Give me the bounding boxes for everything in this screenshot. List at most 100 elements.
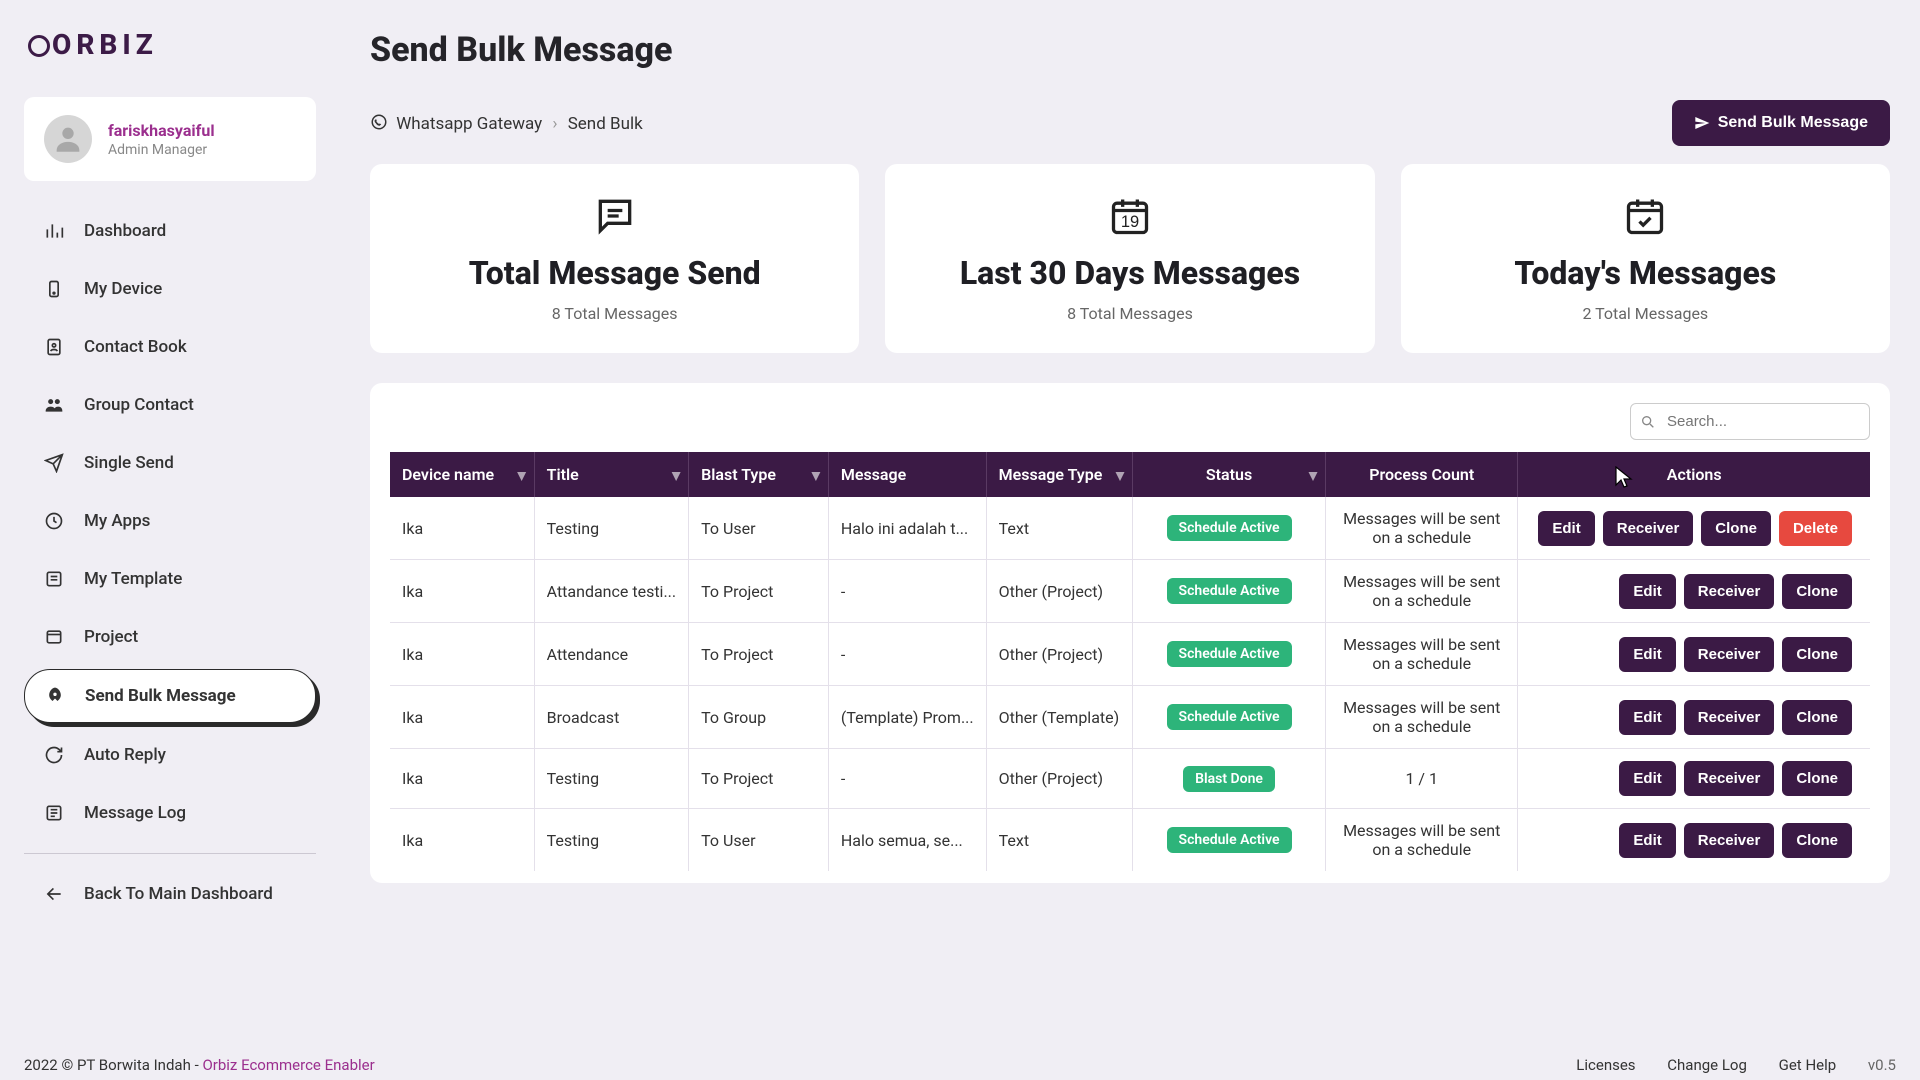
footer-changelog[interactable]: Change Log	[1667, 1056, 1747, 1074]
footer: 2022 © PT Borwita Indah - Orbiz Ecommerc…	[24, 1056, 1896, 1074]
footer-brand-link[interactable]: Orbiz Ecommerce Enabler	[202, 1056, 374, 1074]
footer-help[interactable]: Get Help	[1779, 1056, 1837, 1074]
nav-item-device[interactable]: My Device	[24, 263, 316, 315]
user-card[interactable]: fariskhasyaiful Admin Manager	[24, 97, 316, 181]
search-input[interactable]	[1630, 403, 1870, 440]
col-title[interactable]: Title▾	[534, 452, 688, 497]
receiver-button[interactable]: Receiver	[1684, 761, 1775, 796]
clone-button[interactable]: Clone	[1782, 574, 1852, 609]
receiver-button[interactable]: Receiver	[1684, 823, 1775, 858]
footer-licenses[interactable]: Licenses	[1576, 1056, 1635, 1074]
receiver-button[interactable]: Receiver	[1603, 511, 1694, 546]
send-icon	[42, 451, 66, 475]
nav-item-single[interactable]: Single Send	[24, 437, 316, 489]
project-icon	[42, 625, 66, 649]
message-icon	[591, 192, 639, 240]
edit-button[interactable]: Edit	[1619, 761, 1675, 796]
nav-item-template[interactable]: My Template	[24, 553, 316, 605]
nav-item-group[interactable]: Group Contact	[24, 379, 316, 431]
delete-button[interactable]: Delete	[1779, 511, 1852, 546]
receiver-button[interactable]: Receiver	[1684, 574, 1775, 609]
send-icon	[1694, 115, 1710, 131]
edit-button[interactable]: Edit	[1619, 637, 1675, 672]
col-process[interactable]: Process Count	[1326, 452, 1518, 497]
contact-book-icon	[42, 335, 66, 359]
stat-card-last30: 19 Last 30 Days Messages 8 Total Message…	[885, 164, 1374, 353]
col-device[interactable]: Device name▾	[390, 452, 534, 497]
clone-button[interactable]: Clone	[1782, 823, 1852, 858]
bulk-table: Device name▾ Title▾ Blast Type▾ Message …	[390, 452, 1870, 871]
page-title: Send Bulk Message	[370, 30, 1890, 70]
filter-icon: ▾	[518, 465, 526, 484]
rocket-icon	[43, 684, 67, 708]
brand-logo: ORBIZ	[28, 28, 316, 61]
sidebar: ORBIZ fariskhasyaiful Admin Manager Dash…	[0, 0, 340, 1080]
table-row: IkaAttendanceTo Project-Other (Project)S…	[390, 623, 1870, 686]
calendar-icon: 19	[1106, 192, 1154, 240]
main-content: Send Bulk Message Whatsapp Gateway › Sen…	[340, 0, 1920, 1080]
stat-card-total: Total Message Send 8 Total Messages	[370, 164, 859, 353]
table-row: IkaTestingTo UserHalo ini adalah t...Tex…	[390, 497, 1870, 560]
table-row: IkaBroadcastTo Group(Template) Prom...Ot…	[390, 686, 1870, 749]
log-icon	[42, 801, 66, 825]
device-icon	[42, 277, 66, 301]
table-panel: Device name▾ Title▾ Blast Type▾ Message …	[370, 383, 1890, 883]
nav-item-project[interactable]: Project	[24, 611, 316, 663]
template-icon	[42, 567, 66, 591]
col-message[interactable]: Message	[828, 452, 986, 497]
col-mtype[interactable]: Message Type▾	[986, 452, 1132, 497]
whatsapp-icon	[370, 113, 388, 131]
table-row: IkaAttandance testi...To Project-Other (…	[390, 560, 1870, 623]
user-name: fariskhasyaiful	[108, 121, 215, 140]
filter-icon: ▾	[812, 465, 820, 484]
edit-button[interactable]: Edit	[1538, 511, 1594, 546]
stat-card-today: Today's Messages 2 Total Messages	[1401, 164, 1890, 353]
svg-text:19: 19	[1121, 213, 1139, 231]
bar-chart-icon	[42, 219, 66, 243]
col-actions: Actions	[1518, 452, 1870, 497]
edit-button[interactable]: Edit	[1619, 700, 1675, 735]
search-icon	[1640, 414, 1656, 430]
edit-button[interactable]: Edit	[1619, 574, 1675, 609]
clone-button[interactable]: Clone	[1782, 637, 1852, 672]
clone-button[interactable]: Clone	[1782, 700, 1852, 735]
table-row: IkaTestingTo UserHalo semua, se...TextSc…	[390, 809, 1870, 872]
apps-icon	[42, 509, 66, 533]
status-badge: Schedule Active	[1167, 641, 1292, 667]
breadcrumb: Whatsapp Gateway › Send Bulk	[370, 113, 643, 134]
group-icon	[42, 393, 66, 417]
nav-item-dashboard[interactable]: Dashboard	[24, 205, 316, 257]
nav-item-back[interactable]: Back To Main Dashboard	[24, 868, 316, 920]
table-row: IkaTestingTo Project-Other (Project)Blas…	[390, 749, 1870, 809]
col-blast[interactable]: Blast Type▾	[689, 452, 829, 497]
nav-item-bulk[interactable]: Send Bulk Message	[24, 669, 316, 723]
status-badge: Schedule Active	[1167, 827, 1292, 853]
col-status[interactable]: Status▾	[1133, 452, 1326, 497]
user-role: Admin Manager	[108, 142, 215, 158]
back-icon	[42, 882, 66, 906]
nav-item-apps[interactable]: My Apps	[24, 495, 316, 547]
status-badge: Blast Done	[1183, 766, 1275, 792]
receiver-button[interactable]: Receiver	[1684, 700, 1775, 735]
breadcrumb-leaf: Send Bulk	[568, 114, 643, 134]
filter-icon: ▾	[672, 465, 680, 484]
nav-item-auto[interactable]: Auto Reply	[24, 729, 316, 781]
clone-button[interactable]: Clone	[1701, 511, 1771, 546]
clone-button[interactable]: Clone	[1782, 761, 1852, 796]
filter-icon: ▾	[1116, 465, 1124, 484]
status-badge: Schedule Active	[1167, 515, 1292, 541]
filter-icon: ▾	[1309, 465, 1317, 484]
receiver-button[interactable]: Receiver	[1684, 637, 1775, 672]
send-bulk-button[interactable]: Send Bulk Message	[1672, 100, 1890, 146]
status-badge: Schedule Active	[1167, 704, 1292, 730]
nav-item-contact[interactable]: Contact Book	[24, 321, 316, 373]
chevron-right-icon: ›	[552, 114, 557, 134]
avatar	[44, 115, 92, 163]
breadcrumb-root[interactable]: Whatsapp Gateway	[396, 114, 542, 134]
footer-version: v0.5	[1868, 1056, 1896, 1074]
nav-item-log[interactable]: Message Log	[24, 787, 316, 839]
calendar-check-icon	[1621, 192, 1669, 240]
edit-button[interactable]: Edit	[1619, 823, 1675, 858]
nav-list: Dashboard My Device Contact Book Group C…	[24, 205, 316, 1080]
status-badge: Schedule Active	[1167, 578, 1292, 604]
